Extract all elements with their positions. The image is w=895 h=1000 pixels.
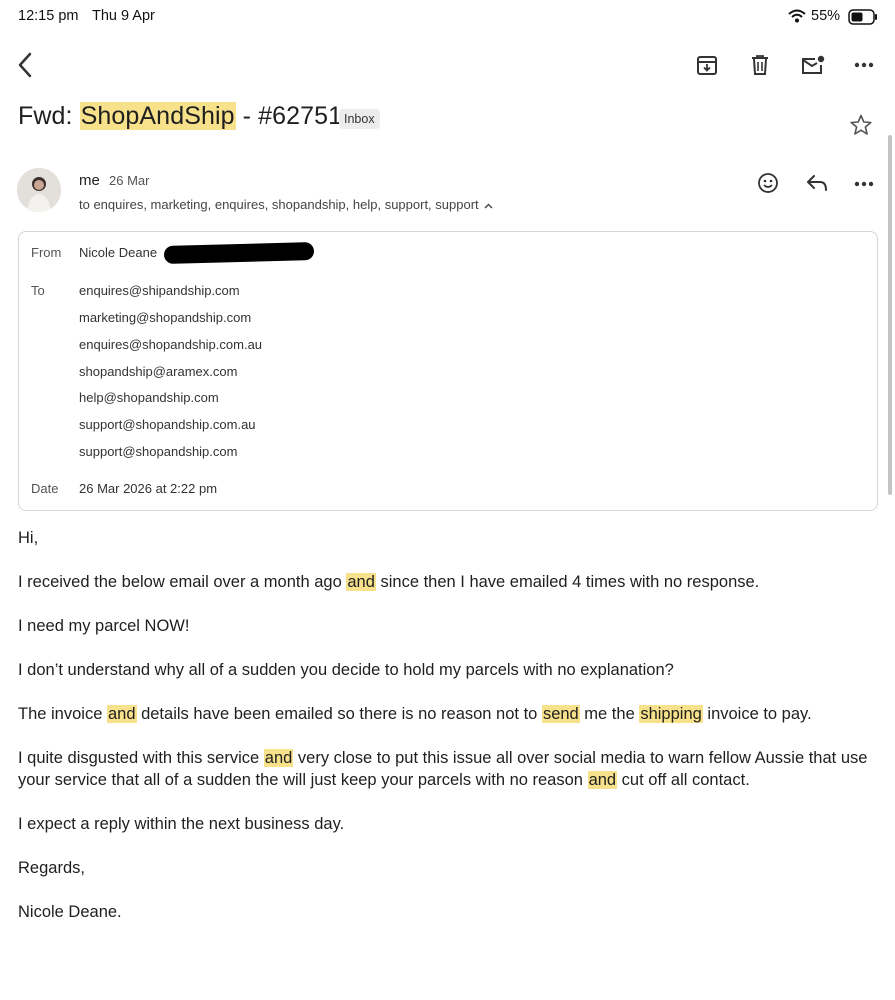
more-icon[interactable]	[851, 54, 877, 76]
email-subject: Fwd: ShopAndShip - #62751c	[18, 102, 355, 131]
to-label: To	[31, 283, 45, 298]
search-highlight: and	[106, 705, 137, 723]
body-paragraph: I received the below email over a month …	[18, 573, 760, 591]
status-date: Thu 9 Apr	[92, 8, 155, 24]
date-value: 26 Mar 2026 at 2:22 pm	[79, 481, 218, 496]
email-body: Hi, I received the below email over a mo…	[18, 527, 878, 923]
subject-prefix: Fwd:	[18, 102, 80, 130]
trash-icon[interactable]	[747, 52, 773, 78]
reply-icon[interactable]	[803, 170, 831, 196]
search-highlight: and	[346, 573, 376, 591]
scrollbar[interactable]	[888, 135, 892, 495]
to-address[interactable]: enquires@shipandship.com	[79, 283, 240, 298]
to-address[interactable]: support@shopandship.com.au	[79, 417, 256, 432]
avatar[interactable]	[17, 168, 61, 212]
inbox-label-badge[interactable]: Inbox	[339, 109, 380, 129]
body-paragraph: I don’t understand why all of a sudden y…	[18, 661, 674, 679]
wifi-icon	[788, 9, 806, 28]
from-name: Nicole Deane	[79, 245, 158, 260]
to-address[interactable]: help@shopandship.com	[79, 390, 219, 405]
signature: Nicole Deane.	[18, 903, 122, 921]
to-address[interactable]: marketing@shopandship.com	[79, 310, 251, 325]
greeting: Hi,	[18, 529, 39, 547]
to-address[interactable]: shopandship@aramex.com	[79, 364, 237, 379]
recipients-summary[interactable]: to enquires, marketing, enquires, shopan…	[79, 197, 493, 212]
chevron-up-icon	[484, 197, 493, 212]
search-highlight: shipping	[639, 705, 703, 723]
mark-unread-icon[interactable]	[799, 52, 827, 78]
battery-percent: 55%	[811, 8, 841, 24]
star-icon[interactable]	[848, 112, 874, 138]
body-paragraph: Regards,	[18, 859, 85, 877]
search-highlight: send	[541, 705, 580, 723]
back-arrow-icon[interactable]	[12, 50, 38, 80]
archive-icon[interactable]	[694, 52, 720, 78]
message-details-card: From Nicole Deane To enquires@shipandshi…	[18, 231, 878, 511]
search-highlight: and	[263, 749, 294, 767]
body-paragraph: I need my parcel NOW!	[18, 617, 190, 635]
body-paragraph: The invoice and details have been emaile…	[18, 705, 812, 723]
subject-highlight: ShopAndShip	[79, 102, 236, 130]
body-paragraph: I quite disgusted with this service and …	[18, 749, 868, 789]
to-address[interactable]: enquires@shopandship.com.au	[79, 337, 262, 352]
to-address[interactable]: support@shopandship.com	[79, 444, 237, 459]
sender-date: 26 Mar	[109, 173, 150, 188]
body-paragraph: I expect a reply within the next busines…	[18, 815, 345, 833]
message-more-icon[interactable]	[851, 173, 877, 195]
date-label: Date	[31, 481, 59, 496]
subject-suffix: - #62751c	[235, 102, 355, 130]
redacted-email-scribble	[163, 242, 315, 264]
recipients-summary-text: to enquires, marketing, enquires, shopan…	[79, 197, 479, 212]
from-label: From	[31, 245, 62, 260]
search-highlight: and	[587, 771, 618, 789]
sender-name: me	[79, 172, 100, 189]
emoji-icon[interactable]	[755, 170, 781, 196]
status-time: 12:15 pm	[18, 8, 79, 24]
battery-icon	[848, 9, 878, 30]
